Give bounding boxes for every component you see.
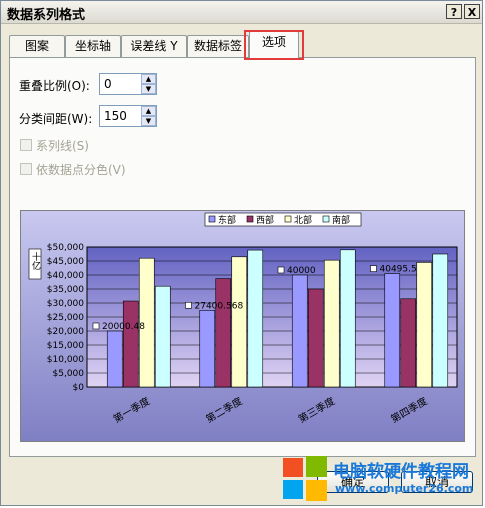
overlap-spinner[interactable]: 0 ▲ ▼ <box>99 73 157 95</box>
y-tick-label: $0 <box>73 383 85 393</box>
bar <box>122 300 139 388</box>
vary-colors-checkbox[interactable] <box>20 163 32 175</box>
watermark: 电脑软硬件教程网 www.computer26.com <box>277 452 483 504</box>
overlap-label: 重叠比例(O): <box>19 79 90 93</box>
dialog-title: 数据系列格式 <box>7 8 86 23</box>
help-button[interactable]: ? <box>446 4 462 19</box>
legend-label: 西部 <box>256 214 274 226</box>
tab-error-bars[interactable]: 误差线 Y <box>121 35 187 57</box>
data-label-marker <box>370 265 377 272</box>
bar <box>323 259 340 388</box>
tab-axis[interactable]: 坐标轴 <box>65 35 121 57</box>
overlap-value[interactable]: 0 <box>104 77 112 91</box>
y-tick-label: $10,000 <box>47 355 84 365</box>
data-label-marker <box>185 301 192 309</box>
y-tick-label: $25,000 <box>47 313 84 323</box>
series-lines-label: 系列线(S) <box>36 139 89 153</box>
legend-swatch <box>208 215 216 223</box>
bar <box>106 330 123 388</box>
y-tick-label: $35,000 <box>47 285 84 295</box>
y-tick-label: $45,000 <box>47 257 84 267</box>
bar <box>247 249 264 388</box>
highlight-box <box>244 30 304 60</box>
y-tick-label: $40,000 <box>47 271 84 281</box>
y-axis-label: 十亿 <box>30 251 41 271</box>
dialog-window: 数据系列格式 ? X 图案 坐标轴 误差线 Y 数据标签 选项 重叠比例(O):… <box>0 0 483 506</box>
legend-swatch <box>322 215 330 223</box>
tab-pattern[interactable]: 图案 <box>9 35 65 57</box>
bar <box>231 256 248 388</box>
bar <box>154 285 171 388</box>
overlap-down-icon[interactable]: ▼ <box>141 84 156 94</box>
legend-label: 东部 <box>218 214 236 226</box>
bar <box>291 274 308 388</box>
chart-preview: $0 $5,000 $10,000 $15,000 $20,000 $25,000 $30,… <box>20 210 465 442</box>
legend-label: 南部 <box>332 214 350 226</box>
data-label: 20000.48 <box>102 322 145 332</box>
data-label: 27400.568 <box>195 301 244 311</box>
gap-label: 分类间距(W): <box>19 112 93 126</box>
bar <box>339 249 356 388</box>
bar <box>384 273 401 388</box>
y-tick-label: $20,000 <box>47 327 84 337</box>
y-tick-label: $30,000 <box>47 299 84 309</box>
vary-colors-label: 依数据点分色(V) <box>36 163 126 177</box>
gap-spinner[interactable]: 150 ▲ ▼ <box>99 105 157 127</box>
title-bar: 数据系列格式 ? X <box>1 1 482 24</box>
gap-up-icon[interactable]: ▲ <box>141 106 156 116</box>
watermark-url: www.computer26.com <box>335 482 474 495</box>
bar <box>215 278 232 388</box>
gap-down-icon[interactable]: ▼ <box>141 116 156 126</box>
gap-value[interactable]: 150 <box>104 109 127 123</box>
overlap-up-icon[interactable]: ▲ <box>141 74 156 84</box>
data-label-marker <box>92 322 100 330</box>
windows-logo-icon <box>283 456 327 501</box>
close-button[interactable]: X <box>464 4 480 19</box>
data-label: 40495.5 <box>380 265 417 275</box>
data-label: 40000 <box>287 266 316 276</box>
y-tick-label: $5,000 <box>53 369 85 379</box>
legend-swatch <box>284 215 292 223</box>
bar <box>307 288 324 388</box>
data-label-marker <box>277 266 285 274</box>
bar <box>199 309 216 388</box>
legend-label: 北部 <box>294 214 312 226</box>
bar <box>416 262 433 388</box>
y-tick-label: $50,000 <box>47 243 84 253</box>
bar <box>400 298 417 388</box>
y-tick-label: $15,000 <box>47 341 84 351</box>
legend-swatch <box>246 215 254 223</box>
watermark-brand: 电脑软硬件教程网 <box>333 462 469 482</box>
chart-svg: $0 $5,000 $10,000 $15,000 $20,000 $25,000 $30,… <box>21 211 464 441</box>
options-panel: 重叠比例(O): 0 ▲ ▼ 分类间距(W): 150 ▲ ▼ 系列线(S) 依… <box>9 57 476 457</box>
bar <box>432 253 449 388</box>
tab-data-labels[interactable]: 数据标签 <box>187 35 249 57</box>
series-lines-checkbox[interactable] <box>20 139 32 151</box>
